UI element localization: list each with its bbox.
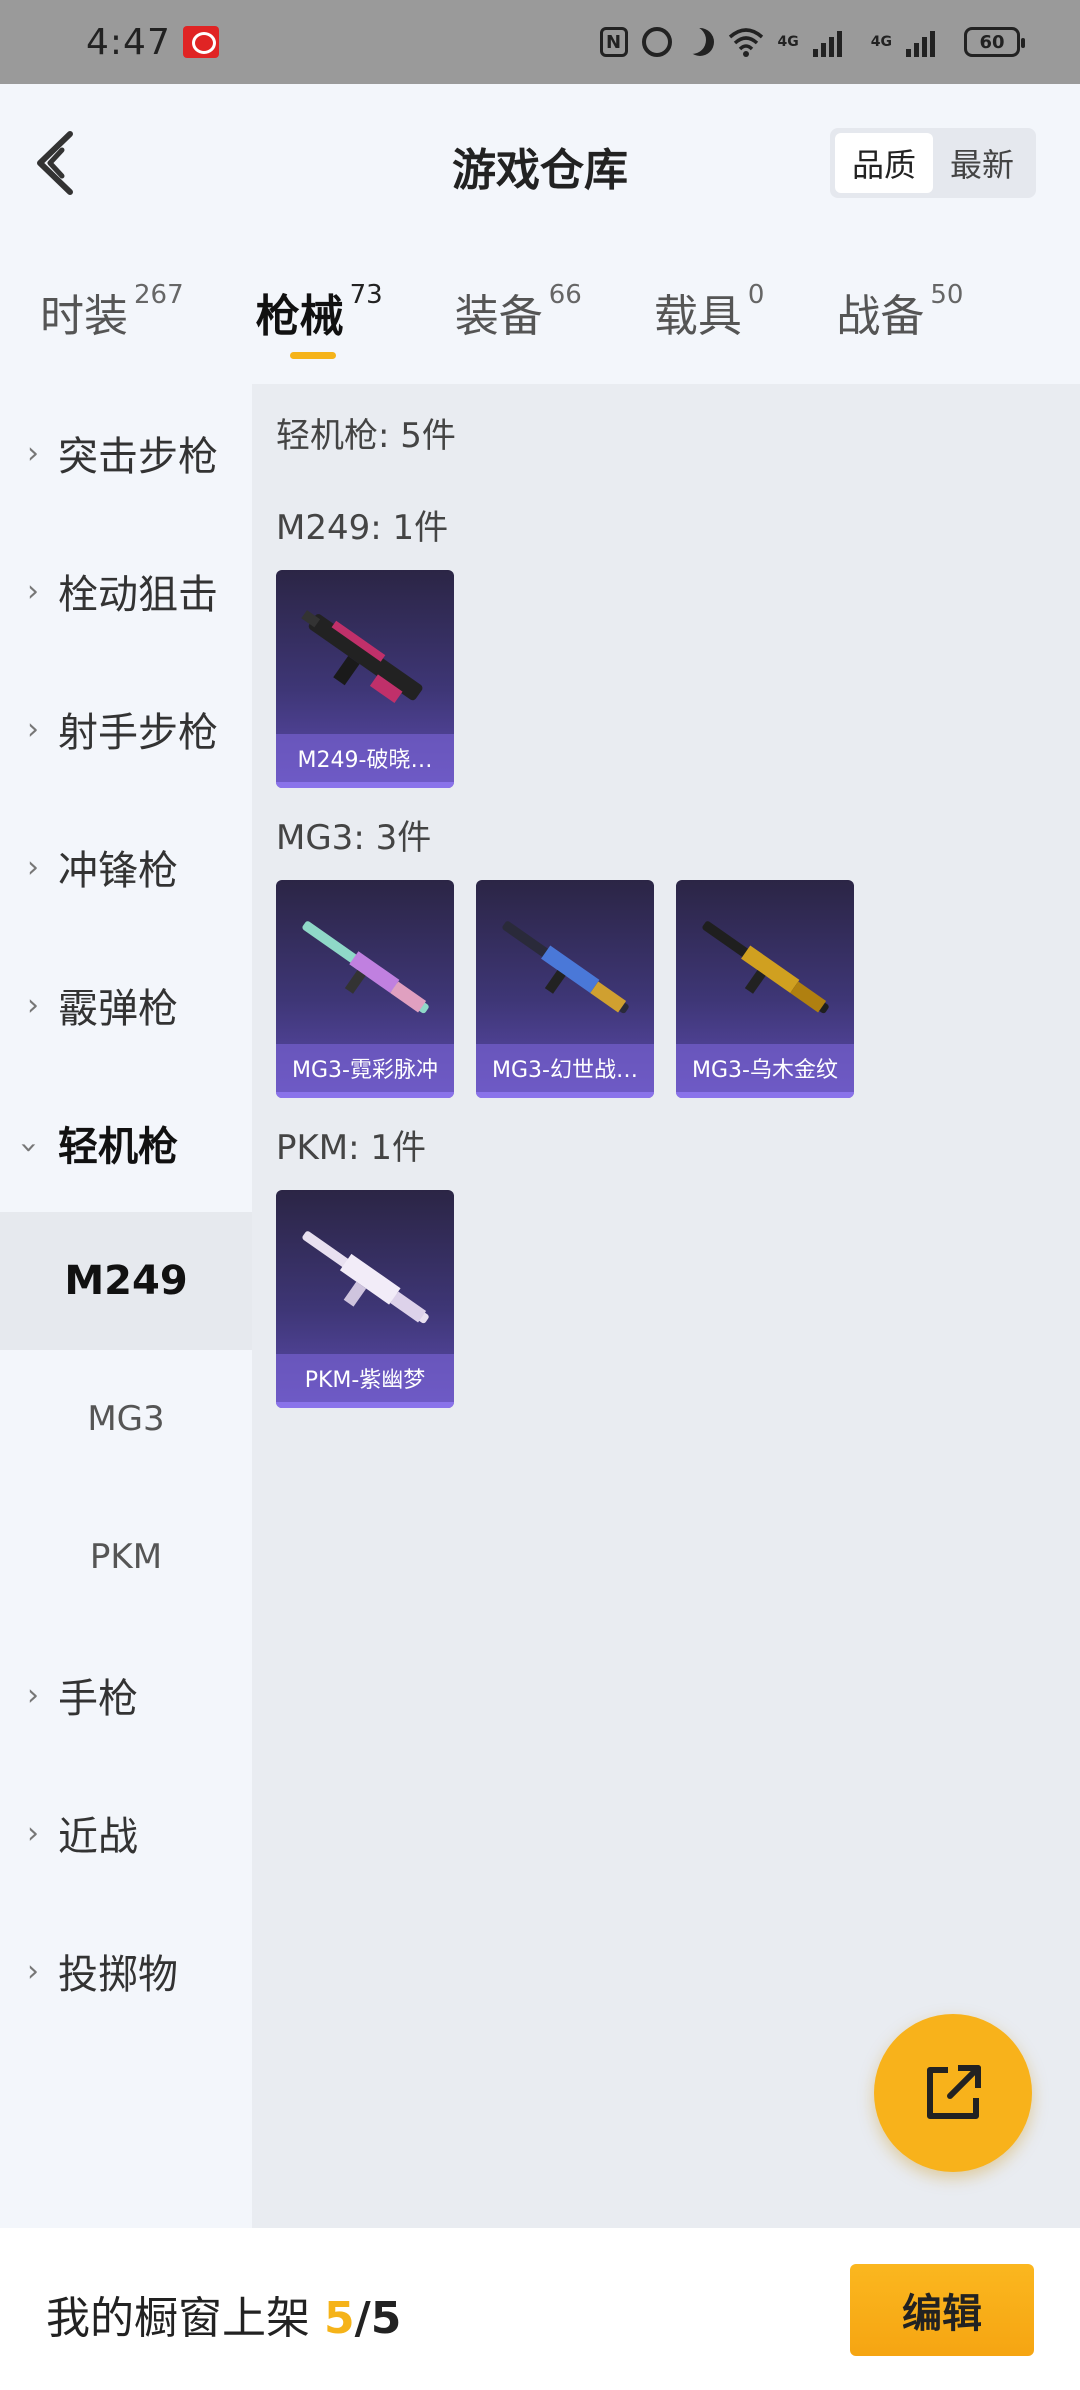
item-name: PKM-紫幽梦 — [276, 1354, 454, 1402]
item-name: MG3-幻世战… — [476, 1044, 654, 1092]
network-type-1: 4G — [777, 34, 799, 50]
category-sidebar: › 突击步枪 › 栓动狙击 › 射手步枪 › 冲锋枪 › 霰弹枪 › 轻机枪 M… — [0, 384, 252, 2228]
tab-supplies[interactable]: 战备 50 — [836, 244, 963, 384]
chevron-right-icon: › — [27, 435, 39, 471]
sidebar-item-label: 近战 — [58, 1814, 138, 1860]
item-list[interactable]: 轻机枪: 5件 M249: 1件 M249-破晓… MG3: 3件 MG3-霓彩… — [252, 384, 1080, 2228]
chevron-right-icon: › — [27, 1815, 39, 1851]
sidebar-item-label: 轻机枪 — [58, 1124, 178, 1170]
item-card[interactable]: MG3-乌木金纹 — [676, 880, 854, 1098]
network-type-2: 4G — [870, 34, 892, 50]
sidebar-item-pistol[interactable]: › 手枪 — [0, 1626, 252, 1764]
category-title: 轻机枪: 5件 — [276, 416, 456, 456]
tab-label: 枪械 — [255, 291, 344, 342]
app-notification-icon — [182, 26, 219, 58]
nfc-icon: N — [599, 27, 628, 57]
sidebar-item-melee[interactable]: › 近战 — [0, 1764, 252, 1902]
sidebar-item-label: 霰弹枪 — [58, 986, 178, 1032]
sidebar-sub-pkm[interactable]: PKM — [0, 1488, 252, 1626]
tab-firearms[interactable]: 枪械 73 — [256, 244, 383, 384]
item-card[interactable]: M249-破晓… — [276, 570, 454, 788]
tab-count: 73 — [349, 280, 383, 310]
sidebar-item-shotgun[interactable]: › 霰弹枪 — [0, 936, 252, 1074]
sidebar-item-label: 投掷物 — [58, 1952, 178, 1998]
sidebar-item-label: 手枪 — [58, 1676, 138, 1722]
weapon-skin-image — [502, 921, 629, 1014]
rarity-bar — [276, 782, 454, 788]
bottom-bar: 我的橱窗上架 5/5 编辑 — [0, 2228, 1080, 2390]
tab-label: 载具 — [653, 291, 742, 342]
sort-quality-option[interactable]: 品质 — [835, 133, 933, 193]
sidebar-item-label: 冲锋枪 — [58, 848, 178, 894]
sidebar-item-throwables[interactable]: › 投掷物 — [0, 1902, 252, 2040]
alarm-icon — [641, 27, 672, 57]
tab-label: 战备 — [836, 291, 925, 342]
sidebar-item-label: 突击步枪 — [58, 434, 218, 480]
sort-latest-option[interactable]: 最新 — [933, 133, 1031, 193]
item-card[interactable]: MG3-霓彩脉冲 — [276, 880, 454, 1098]
status-icons: N 4G 4G 60 — [599, 27, 1025, 57]
item-name: MG3-乌木金纹 — [676, 1044, 854, 1092]
sort-toggle: 品质 最新 — [830, 128, 1036, 198]
header: 游戏仓库 品质 最新 — [0, 84, 1080, 244]
tab-label: 装备 — [454, 291, 543, 342]
chevron-down-icon: › — [11, 1141, 47, 1153]
sidebar-item-bolt-sniper[interactable]: › 栓动狙击 — [0, 522, 252, 660]
group-title-m249: M249: 1件 — [276, 508, 449, 548]
tab-count: 267 — [134, 280, 184, 310]
item-card[interactable]: PKM-紫幽梦 — [276, 1190, 454, 1408]
weapon-skin-image — [702, 921, 829, 1014]
rarity-bar — [276, 1402, 454, 1408]
battery-icon: 60 — [964, 27, 1025, 57]
sidebar-item-label: 射手步枪 — [58, 710, 218, 756]
signal-2-icon — [906, 27, 950, 57]
active-tab-indicator — [289, 352, 336, 359]
chevron-right-icon: › — [27, 1677, 39, 1713]
tab-equipment[interactable]: 装备 66 — [455, 244, 582, 384]
rarity-bar — [676, 1092, 854, 1098]
chevron-right-icon: › — [27, 987, 39, 1023]
weapon-skin-image — [302, 1231, 429, 1324]
group-title-pkm: PKM: 1件 — [276, 1128, 427, 1168]
chevron-right-icon: › — [27, 1953, 39, 1989]
showcase-total: 5 — [370, 2293, 402, 2344]
item-name: M249-破晓… — [276, 734, 454, 782]
edit-button[interactable]: 编辑 — [850, 2264, 1034, 2356]
share-button[interactable] — [874, 2014, 1032, 2172]
showcase-separator: / — [354, 2293, 371, 2344]
showcase-label: 我的橱窗上架 — [46, 2293, 324, 2344]
showcase-status: 我的橱窗上架 5/5 — [46, 2282, 401, 2346]
tab-vehicles[interactable]: 载具 0 — [654, 244, 765, 384]
sidebar-item-smg[interactable]: › 冲锋枪 — [0, 798, 252, 936]
tab-count: 50 — [930, 280, 964, 310]
sidebar-item-lmg[interactable]: › 轻机枪 — [0, 1074, 252, 1212]
group-title-mg3: MG3: 3件 — [276, 818, 432, 858]
tab-fashion[interactable]: 时装 267 — [40, 244, 184, 384]
do-not-disturb-icon — [686, 28, 714, 56]
chevron-right-icon: › — [27, 711, 39, 747]
showcase-count: 5 — [324, 2293, 355, 2344]
sidebar-item-marksman-rifle[interactable]: › 射手步枪 — [0, 660, 252, 798]
rarity-bar — [276, 1092, 454, 1098]
item-card[interactable]: MG3-幻世战… — [476, 880, 654, 1098]
tab-label: 时装 — [40, 291, 128, 342]
tab-count: 0 — [747, 280, 765, 310]
sidebar-sub-mg3[interactable]: MG3 — [0, 1350, 252, 1488]
signal-1-icon — [812, 27, 857, 57]
weapon-skin-image — [301, 610, 423, 704]
chevron-right-icon: › — [27, 849, 39, 885]
sidebar-item-assault-rifle[interactable]: › 突击步枪 — [0, 384, 252, 522]
tab-count: 66 — [548, 280, 582, 310]
sidebar-item-label: 栓动狙击 — [58, 572, 218, 618]
weapon-skin-image — [302, 921, 429, 1014]
wifi-icon — [728, 27, 764, 57]
sidebar-sub-m249[interactable]: M249 — [0, 1212, 252, 1350]
status-time: 4:47 — [86, 21, 171, 63]
status-bar: 4:47 N 4G 4G 60 — [0, 0, 1080, 84]
category-tabs: 时装 267 枪械 73 装备 66 载具 0 战备 50 — [0, 244, 1080, 384]
item-name: MG3-霓彩脉冲 — [276, 1044, 454, 1092]
chevron-right-icon: › — [27, 573, 39, 609]
external-link-icon — [927, 2065, 981, 2119]
rarity-bar — [476, 1092, 654, 1098]
